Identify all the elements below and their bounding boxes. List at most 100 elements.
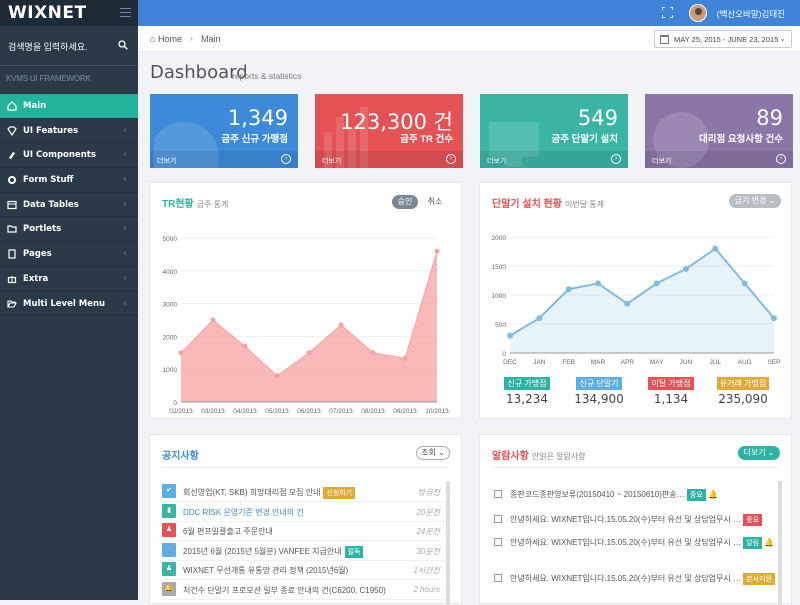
stat-card[interactable]: 1,349 금주 신규 가맹점 더보기 › [150, 94, 298, 168]
data-point[interactable] [653, 280, 660, 287]
stat-card[interactable]: 89 대리점 요청사항 건수 더보기 › [645, 94, 793, 168]
notice-row[interactable]: 🛒 2015년 6월 (2015년 5월분) VANFEE 지급안내 필독 30분… [162, 542, 452, 561]
notice-date: 1시간전 [413, 566, 440, 575]
data-point[interactable] [242, 343, 248, 349]
data-point[interactable] [624, 300, 631, 307]
cart-icon: 🛒 [162, 542, 176, 557]
sidebar-item-pages[interactable]: Pages ‹ [0, 242, 138, 267]
alarm-text[interactable]: 종판코드종판영보류(20150410 ~ 20150610)판송… 중요 🔔 [510, 489, 718, 501]
avatar[interactable] [689, 4, 707, 22]
breadcrumb-home[interactable]: ⌂ Home [150, 34, 182, 44]
data-point[interactable] [274, 373, 280, 379]
fullscreen-icon[interactable] [662, 7, 673, 18]
notice-row[interactable]: ♟ WIXNET 무선개통 유통망 관리 정책 (2015년6월) 1시간전 [162, 561, 452, 580]
search-input[interactable]: 검색명을 입력하세요. [8, 40, 88, 53]
alarm-checkbox[interactable] [494, 574, 502, 582]
sidebar-item-data-tables[interactable]: Data Tables ‹ [0, 193, 138, 218]
arrow-right-icon[interactable]: › [281, 154, 291, 164]
y-tick-label: 500 [495, 322, 506, 329]
x-tick-label: 05/2013 [265, 408, 289, 415]
x-tick-label: JUN [680, 359, 693, 366]
stat-footer[interactable]: 더보기 › [645, 151, 793, 168]
chevron-left-icon: ‹ [123, 223, 127, 235]
notice-title[interactable]: 6월 편프일괄출고 주문안내 [183, 526, 273, 537]
notice-search-button[interactable]: 조회 ⌄ [416, 446, 450, 460]
user-icon: ♟ [162, 562, 176, 576]
arrow-right-icon[interactable]: › [611, 154, 621, 164]
sidebar-item-form-stuff[interactable]: Form Stuff ‹ [0, 168, 138, 193]
table-icon [7, 200, 17, 209]
period-change-button[interactable]: 금기 변경 ⌄ [729, 194, 781, 208]
sidebar-item-ui-components[interactable]: UI Components ‹ [0, 143, 138, 169]
alarm-row[interactable]: 안녕하세요. WIXNET입니다.15.05.20(수)부터 유선 및 상담업무… [494, 571, 775, 591]
data-point[interactable] [536, 315, 543, 322]
stat-card[interactable]: 123,300 건 금주 TR 건수 더보기 › [315, 94, 463, 168]
alarm-scrollbar[interactable] [778, 481, 782, 605]
username[interactable]: (백산오바말)김태진 [717, 8, 785, 20]
sidebar-item-label: Form Stuff [23, 175, 74, 186]
alarm-checkbox[interactable] [494, 538, 502, 546]
cancel-button[interactable]: 취소 [422, 195, 448, 209]
alarm-text[interactable]: 안녕하세요. WIXNET입니다.15.05.20(수)부터 유선 및 상담업무… [510, 514, 763, 526]
data-point[interactable] [210, 317, 216, 323]
data-point[interactable] [712, 245, 719, 252]
arrow-right-icon[interactable]: › [446, 154, 456, 164]
data-point[interactable] [338, 322, 344, 328]
alarm-checkbox[interactable] [494, 490, 502, 498]
notice-row[interactable]: ♟ 6월 편프일괄출고 주문안내 24분전 [162, 522, 452, 541]
data-point[interactable] [434, 248, 440, 254]
alarm-row[interactable]: 안녕하세요. WIXNET입니다.15.05.20(수)부터 유선 및 상담업무… [494, 535, 774, 555]
search-icon[interactable] [118, 40, 128, 50]
notice-row[interactable]: ▮ DDC RISK 운영기준 변경 안내의 건 20분전 [162, 503, 452, 522]
data-point[interactable] [595, 280, 601, 287]
alarm-more-button[interactable]: 더보기 ⌄ [738, 446, 780, 460]
alarm-text[interactable]: 안녕하세요. WIXNET입니다.15.05.20(수)부터 유선 및 상담업무… [510, 573, 775, 585]
sidebar-search[interactable]: 검색명을 입력하세요. [0, 26, 138, 66]
stat-card[interactable]: 549 금주 단말기 설치 더보기 › [480, 94, 628, 168]
more-link[interactable]: 더보기 [322, 156, 341, 166]
legend-item: 신규 가맹점 13,234 [497, 377, 557, 406]
notice-title[interactable]: 처건수 단말기 프로모션 일부 종료 안내의 건(C6200, C1950) [183, 585, 386, 596]
legend-item: 유거래 가맹점 235,090 [713, 377, 773, 406]
data-point[interactable] [741, 280, 748, 287]
alarm-checkbox[interactable] [494, 515, 502, 523]
alarm-text[interactable]: 안녕하세요. WIXNET입니다.15.05.20(수)부터 유선 및 상담업무… [510, 537, 774, 549]
notice-text: 6월 편프일괄출고 주문안내 [183, 527, 273, 536]
sidebar-item-main[interactable]: Main [0, 94, 138, 119]
data-point[interactable] [370, 350, 376, 356]
notice-title[interactable]: 2015년 6월 (2015년 5월분) VANFEE 지급안내 필독 [183, 545, 364, 558]
menu-toggle-icon[interactable] [120, 8, 131, 17]
notice-row[interactable]: ✔ 회선영업(KT, SKB) 희망대리점 모집 안내 신청하기 방금전 [162, 483, 452, 502]
notice-scrollbar[interactable] [446, 481, 450, 605]
sidebar-item-extra[interactable]: Extra ‹ [0, 267, 138, 292]
date-range-picker[interactable]: MAY 25, 2015 - JUNE 23, 2015 ⌄ [654, 30, 792, 48]
sidebar-item-multi-level-menu[interactable]: Multi Level Menu ‹ [0, 292, 138, 317]
stat-footer[interactable]: 더보기 › [315, 151, 463, 168]
data-point[interactable] [683, 265, 689, 272]
sidebar-menu: Main UI Features ‹ UI Components ‹ Form … [0, 94, 138, 317]
sidebar-item-portlets[interactable]: Portlets ‹ [0, 217, 138, 243]
notice-tag[interactable]: 필독 [344, 545, 364, 558]
more-link[interactable]: 더보기 [157, 156, 176, 166]
notice-tag[interactable]: 신청하기 [323, 487, 356, 499]
data-point[interactable] [507, 332, 513, 339]
stat-footer[interactable]: 더보기 › [150, 151, 298, 168]
data-point[interactable] [771, 315, 777, 322]
approve-button[interactable]: 승인 [392, 195, 418, 209]
data-point[interactable] [402, 355, 408, 361]
stat-footer[interactable]: 더보기 › [480, 151, 628, 168]
data-point[interactable] [306, 350, 312, 356]
notice-title[interactable]: DDC RISK 운영기준 변경 안내의 건 [183, 507, 304, 518]
more-link[interactable]: 더보기 [487, 156, 506, 166]
notice-row[interactable]: 🔔 처건수 단말기 프로모션 일부 종료 안내의 건(C6200, C1950)… [162, 581, 452, 600]
data-point[interactable] [565, 286, 572, 293]
alarm-row[interactable]: 안녕하세요. WIXNET입니다.15.05.20(수)부터 유선 및 상담업무… [494, 512, 770, 532]
more-link[interactable]: 더보기 [652, 156, 671, 166]
data-point[interactable] [178, 350, 184, 356]
notice-title[interactable]: WIXNET 무선개통 유통망 관리 정책 (2015년6월) [183, 565, 348, 576]
alarm-row[interactable]: 종판코드종판영보류(20150410 ~ 20150610)판송… 중요 🔔 [494, 487, 770, 507]
sidebar-item-ui-features[interactable]: UI Features ‹ [0, 119, 138, 144]
logo[interactable]: WIXNET [0, 0, 138, 26]
arrow-right-icon[interactable]: › [776, 154, 786, 164]
notice-title[interactable]: 회선영업(KT, SKB) 희망대리점 모집 안내 신청하기 [183, 487, 356, 499]
